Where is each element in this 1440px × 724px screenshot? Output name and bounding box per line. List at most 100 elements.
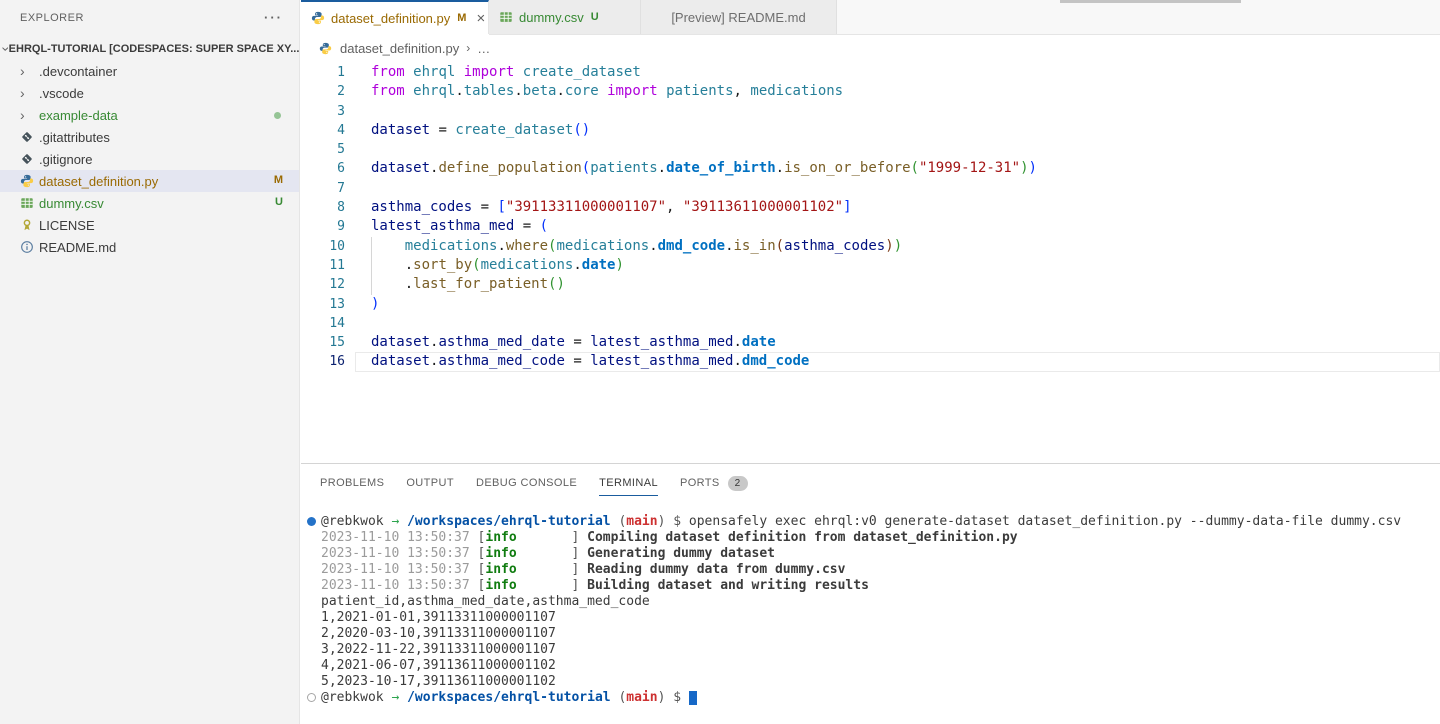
code-line-13: 13) (301, 295, 1440, 314)
sidebar-item-gitignore[interactable]: .gitignore (0, 148, 299, 170)
tab-label: [Preview] README.md (671, 10, 805, 25)
line-number: 8 (301, 198, 345, 217)
panel-tab-label: PORTS (680, 477, 720, 489)
file-label: LICENSE (39, 218, 95, 233)
tree-root-folder[interactable]: › EHRQL-TUTORIAL [CODESPACES: SUPER SPAC… (0, 38, 299, 60)
tab-dummy-csv[interactable]: dummy.csv U (489, 0, 641, 34)
sidebar-item-devcontainer[interactable]: ›.devcontainer (0, 60, 299, 82)
tab-preview-readme-md[interactable]: [Preview] README.md (641, 0, 837, 34)
sidebar-item-gitattributes[interactable]: .gitattributes (0, 126, 299, 148)
file-label: .gitignore (39, 152, 92, 167)
file-label: dataset_definition.py (39, 174, 158, 189)
panel-tab-label: TERMINAL (599, 477, 658, 489)
info-file-icon (20, 240, 36, 254)
line-number: 15 (301, 333, 345, 352)
sidebar-item-dataset-definition-py[interactable]: dataset_definition.py M (0, 170, 299, 192)
panel-tab-label: OUTPUT (406, 477, 454, 489)
indent-guide (371, 237, 372, 256)
panel-tab-ports[interactable]: PORTS 2 (680, 464, 748, 502)
terminal-line: 2023-11-10 13:50:37 [info ] Compiling da… (321, 530, 1440, 546)
bottom-panel: PROBLEMS OUTPUT DEBUG CONSOLE TERMINAL PORTS… (301, 463, 1440, 724)
indent-guide (371, 275, 372, 294)
code-line-14: 14 (301, 314, 1440, 333)
tab-git-status-badge: M (457, 12, 466, 24)
python-file-icon (319, 42, 335, 55)
git-status-badge: M (274, 174, 283, 186)
terminal-line: 2,2020-03-10,39113311000001107 (321, 626, 1440, 642)
line-number: 12 (301, 275, 345, 294)
sidebar-item-vscode[interactable]: ›.vscode (0, 82, 299, 104)
line-number: 1 (301, 63, 345, 82)
tab-label: dummy.csv (519, 10, 584, 25)
line-number: 9 (301, 217, 345, 236)
chevron-right-icon: › (20, 107, 36, 123)
breadcrumb-separator: › (466, 41, 470, 55)
code-line-12: 12 .last_for_patient() (301, 275, 1440, 294)
code-line-10: 10 medications.where(medications.dmd_cod… (301, 237, 1440, 256)
code-line-15: 15dataset.asthma_med_date = latest_asthm… (301, 333, 1440, 352)
panel-tab-bar: PROBLEMS OUTPUT DEBUG CONSOLE TERMINAL PORTS… (301, 464, 1440, 502)
ports-count-badge: 2 (728, 476, 748, 491)
terminal-output[interactable]: @rebkwok → /workspaces/ehrql-tutorial (m… (301, 502, 1440, 706)
terminal-line: 2023-11-10 13:50:37 [info ] Building dat… (321, 578, 1440, 594)
code-line-6: 6dataset.define_population(patients.date… (301, 159, 1440, 178)
python-file-icon (311, 11, 325, 25)
line-number: 3 (301, 102, 345, 121)
line-number: 6 (301, 159, 345, 178)
indent-guide (371, 256, 372, 275)
explorer-header: EXPLORER ··· (0, 0, 299, 30)
terminal-line: 2023-11-10 13:50:37 [info ] Generating d… (321, 546, 1440, 562)
breadcrumb-file[interactable]: dataset_definition.py (340, 41, 459, 56)
editor-group: dataset_definition.py M × dummy.csv U [Previe… (301, 0, 1440, 724)
root-folder-label: EHRQL-TUTORIAL [CODESPACES: SUPER SPACE … (9, 43, 299, 55)
vscode-window: EXPLORER ··· › EHRQL-TUTORIAL [CODESPACE… (0, 0, 1440, 724)
sidebar-item-readme-md[interactable]: README.md (0, 236, 299, 258)
file-label: .vscode (39, 86, 84, 101)
panel-tab-problems[interactable]: PROBLEMS (320, 464, 384, 502)
terminal-line: @rebkwok → /workspaces/ehrql-tutorial (m… (321, 690, 1440, 706)
tab-git-status-badge: U (591, 11, 599, 23)
more-actions-icon[interactable]: ··· (264, 15, 283, 21)
terminal-line: 3,2022-11-22,39113311000001107 (321, 642, 1440, 658)
terminal-command-decoration[interactable] (307, 693, 316, 702)
panel-tab-debug-console[interactable]: DEBUG CONSOLE (476, 464, 577, 502)
panel-tab-output[interactable]: OUTPUT (406, 464, 454, 502)
csv-file-icon (20, 196, 36, 210)
license-file-icon (20, 218, 36, 232)
close-icon[interactable]: × (476, 12, 485, 25)
breadcrumb-symbol-more[interactable]: … (477, 41, 490, 56)
file-label: example-data (39, 108, 118, 123)
line-number: 16 (301, 352, 345, 371)
breadcrumb[interactable]: dataset_definition.py › … (301, 35, 1440, 61)
code-line-8: 8asthma_codes = ["39113311000001107", "3… (301, 198, 1440, 217)
line-number: 14 (301, 314, 345, 333)
code-editor[interactable]: 1from ehrql import create_dataset2from e… (301, 61, 1440, 463)
line-number: 7 (301, 179, 345, 198)
code-line-1: 1from ehrql import create_dataset (301, 63, 1440, 82)
tab-dataset-definition-py[interactable]: dataset_definition.py M × (301, 0, 489, 34)
git-file-icon (20, 130, 36, 144)
terminal-line: 2023-11-10 13:50:37 [info ] Reading dumm… (321, 562, 1440, 578)
chevron-right-icon: › (20, 63, 36, 79)
terminal-line: 4,2021-06-07,39113611000001102 (321, 658, 1440, 674)
line-number: 5 (301, 140, 345, 159)
sidebar-item-example-data[interactable]: ›example-data (0, 104, 299, 126)
tab-label: dataset_definition.py (331, 11, 450, 26)
terminal-command-decoration[interactable] (307, 517, 316, 526)
panel-tab-terminal[interactable]: TERMINAL (599, 464, 658, 502)
file-label: .devcontainer (39, 64, 117, 79)
terminal-line: patient_id,asthma_med_date,asthma_med_co… (321, 594, 1440, 610)
tabbar-scrollbar-thumb[interactable] (1060, 0, 1241, 3)
sidebar-item-dummy-csv[interactable]: dummy.csvU (0, 192, 299, 214)
sidebar-item-license[interactable]: LICENSE (0, 214, 299, 236)
code-line-5: 5 (301, 140, 1440, 159)
terminal-line: 1,2021-01-01,39113311000001107 (321, 610, 1440, 626)
line-number: 13 (301, 295, 345, 314)
code-line-3: 3 (301, 102, 1440, 121)
file-label: .gitattributes (39, 130, 110, 145)
line-number: 10 (301, 237, 345, 256)
line-number: 11 (301, 256, 345, 275)
terminal-cursor (689, 691, 697, 705)
code-line-11: 11 .sort_by(medications.date) (301, 256, 1440, 275)
code-line-2: 2from ehrql.tables.beta.core import pati… (301, 82, 1440, 101)
